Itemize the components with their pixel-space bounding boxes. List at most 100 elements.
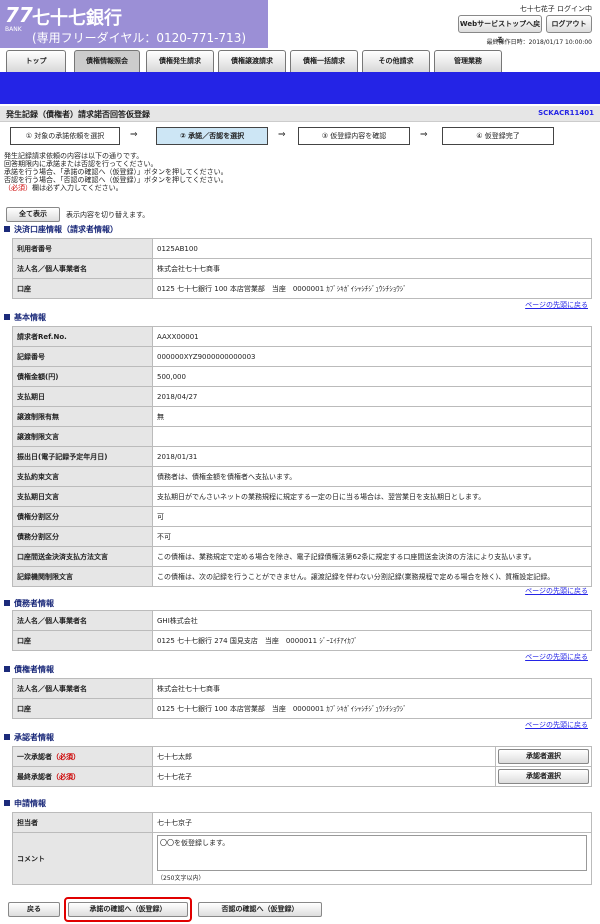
back-button[interactable]: 戻る <box>8 902 60 917</box>
settlement-table: 利用者番号 0125AB100 法人名／個人事業者名 株式会社七十七商事 口座 012… <box>12 238 592 299</box>
last-operation-time: 最終操作日時：2018/01/17 10:00:00 <box>486 39 592 46</box>
approver-label: 一次承認者 <box>17 752 52 761</box>
logo-bank-text: BANK <box>5 26 22 33</box>
cell-value: AAXX00001 <box>152 326 592 347</box>
comment-textarea[interactable]: 〇〇を仮登録します。 <box>157 835 587 871</box>
table-row: 担当者 七十七京子 <box>12 812 592 833</box>
table-row: 記録番号 000000XYZ9000000000003 <box>12 346 592 367</box>
back-to-top-link[interactable]: ページの先頭に戻る <box>525 300 588 310</box>
cell-key: コメント <box>12 832 153 885</box>
back-to-top-link[interactable]: ページの先頭に戻る <box>525 652 588 662</box>
approver-label: 最終承認者 <box>17 772 52 781</box>
table-row: 支払期日 2018/04/27 <box>12 386 592 407</box>
back-to-top-link[interactable]: ページの先頭に戻る <box>525 586 588 596</box>
cell-key: 記録機関制限文言 <box>12 566 153 587</box>
cell-value: 債務者は、債権金額を債権者へ支払います。 <box>152 466 592 487</box>
creditor-table: 法人名／個人事業者名 株式会社七十七商事 口座 0125 七十七銀行 100 本店営… <box>12 678 592 719</box>
bank-name: 七十七銀行 <box>32 8 122 29</box>
deny-confirm-button[interactable]: 否認の確認へ（仮登録） <box>198 902 322 917</box>
tab-claim-issue[interactable]: 債権発生請求 <box>146 50 214 72</box>
cell-value: 2018/04/27 <box>152 386 592 407</box>
step-arrow-icon: ⇒ <box>130 130 138 140</box>
cell-key: 請求者Ref.No. <box>12 326 153 347</box>
cell-value <box>152 426 592 447</box>
cell-value: 不可 <box>152 526 592 547</box>
cell-key: 口座 <box>12 630 153 651</box>
table-row: 支払期日文言 支払期日がでんさいネットの業務規程に規定する一定の日に当る場合は、翌… <box>12 486 592 507</box>
comment-limit: （250文字以内） <box>157 875 205 882</box>
section-debtor-info: 債務者情報 <box>4 598 54 609</box>
banner-bar <box>0 72 600 104</box>
cell-value: 支払期日がでんさいネットの業務規程に規定する一定の日に当る場合は、翌営業日を支払… <box>152 486 592 507</box>
cell-value: 000000XYZ9000000000003 <box>152 346 592 367</box>
message-4: 否認を行う場合、「否認の確認へ（仮登録）」ボタンを押してください。 <box>4 176 228 184</box>
cell-key: 担当者 <box>12 812 153 833</box>
cell-value: 2018/01/31 <box>152 446 592 467</box>
approver-value: 七十七花子 <box>152 766 496 787</box>
cell-key: 利用者番号 <box>12 238 153 259</box>
table-row: コメント 〇〇を仮登録します。 （250文字以内） <box>12 832 592 885</box>
table-row: 法人名／個人事業者名 株式会社七十七商事 <box>12 678 592 699</box>
cell-key: 譲渡制限有無 <box>12 406 153 427</box>
logout-button[interactable]: ログアウト <box>546 15 592 33</box>
table-row: 譲渡制限有無無 <box>12 406 592 427</box>
section-approver-info: 承認者情報 <box>4 732 54 743</box>
tab-claim-inquiry[interactable]: 債権情報照会 <box>74 50 140 72</box>
user-status: 七十七花子 ログイン中 <box>519 5 592 13</box>
select-approver-button[interactable]: 承認者選択 <box>498 769 589 784</box>
tab-admin[interactable]: 管理業務 <box>434 50 502 72</box>
tab-claim-transfer[interactable]: 債権譲渡請求 <box>218 50 286 72</box>
page-title-bar: 発生記録（債権者）請求諾否回答仮登録 SCKACR11401 <box>0 106 600 122</box>
cell-key: 債権分割区分 <box>12 506 153 527</box>
table-row: 振出日(電子記録予定年月日) 2018/01/31 <box>12 446 592 467</box>
table-row: 一次承認者（必須） 七十七太郎 承認者選択 <box>12 746 592 767</box>
cell-key: 債務分割区分 <box>12 526 153 547</box>
tab-top[interactable]: トップ <box>6 50 66 72</box>
show-all-button[interactable]: 全て表示 <box>6 207 60 222</box>
application-table: 担当者 七十七京子 コメント 〇〇を仮登録します。 （250文字以内） <box>12 812 592 885</box>
section-basic-info: 基本情報 <box>4 312 46 323</box>
cell-key: 記録番号 <box>12 346 153 367</box>
table-row: 口座 0125 七十七銀行 100 本店営業部 当座 0000001 ｶﾌﾞｼｷｶ… <box>12 698 592 719</box>
cell-key: 一次承認者（必須） <box>12 746 153 767</box>
cell-value: 株式会社七十七商事 <box>152 258 592 279</box>
step-1: ① 対象の承諾依頼を選択 <box>10 127 120 145</box>
step-4: ④ 仮登録完了 <box>442 127 554 145</box>
message-2: 回答期限内に承諾または否認を行ってください。 <box>4 160 158 168</box>
table-row: 請求者Ref.No. AAXX00001 <box>12 326 592 347</box>
table-row: 口座 0125 七十七銀行 274 国見支店 当座 0000011 ｼﾞｰｴｲﾁｱ… <box>12 630 592 651</box>
cell-value: 0125AB100 <box>152 238 592 259</box>
section-application-info: 申請情報 <box>4 798 46 809</box>
message-1: 発生記録請求依頼の内容は以下の通りです。 <box>4 152 144 160</box>
back-to-top-link[interactable]: ページの先頭に戻る <box>525 720 588 730</box>
table-row: 債務分割区分 不可 <box>12 526 592 547</box>
table-row: 支払約束文言 債務者は、債権金額を債権者へ支払います。 <box>12 466 592 487</box>
table-row: 口座間送金決済支払方法文言 この債権は、業務規定で定める場合を除き、電子記録債権法… <box>12 546 592 567</box>
required-text: 欄は必ず入力してください。 <box>32 184 123 192</box>
cell-value: 株式会社七十七商事 <box>152 678 592 699</box>
screen-id: SCKACR11401 <box>538 109 594 117</box>
select-approver-button[interactable]: 承認者選択 <box>498 749 589 764</box>
step-2: ② 承諾／否認を選択 <box>156 127 268 145</box>
cell-value: GHI株式会社 <box>152 610 592 631</box>
required-mark: （必須） <box>52 772 80 781</box>
staff-value: 七十七京子 <box>152 812 592 833</box>
cell-key: 口座 <box>12 698 153 719</box>
page-title: 発生記録（債権者）請求諾否回答仮登録 <box>6 110 150 119</box>
header: 77 BANK 七十七銀行 (専用フリーダイヤル：0120-771-713) 七… <box>0 0 600 48</box>
required-mark: （必須） <box>4 184 32 192</box>
cell-value: 0125 七十七銀行 100 本店営業部 当座 0000001 ｶﾌﾞｼｷｶﾞｲ… <box>152 698 592 719</box>
cell-key: 支払期日文言 <box>12 486 153 507</box>
table-row: 譲渡制限文言 <box>12 426 592 447</box>
cell-key: 法人名／個人事業者名 <box>12 610 153 631</box>
tab-bulk-request[interactable]: 債権一括請求 <box>290 50 358 72</box>
web-top-button[interactable]: Webサービストップへ戻る <box>458 15 542 44</box>
table-row: 債権分割区分可 <box>12 506 592 527</box>
cell-key: 振出日(電子記録予定年月日) <box>12 446 153 467</box>
table-row: 口座 0125 七十七銀行 100 本店営業部 当座 0000001 ｶﾌﾞｼｷｶ… <box>12 278 592 299</box>
tab-other-request[interactable]: その他請求 <box>362 50 430 72</box>
debtor-table: 法人名／個人事業者名 GHI株式会社 口座 0125 七十七銀行 274 国見支店 … <box>12 610 592 651</box>
cell-key: 法人名／個人事業者名 <box>12 678 153 699</box>
required-note: （必須）欄は必ず入力してください。 <box>4 184 123 192</box>
approve-confirm-button[interactable]: 承諾の確認へ（仮登録） <box>68 902 188 917</box>
